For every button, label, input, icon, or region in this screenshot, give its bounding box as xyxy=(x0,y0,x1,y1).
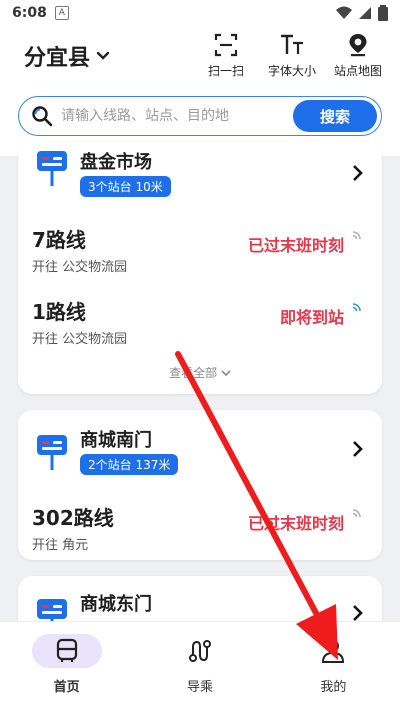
route-direction: 开往 公交物流园 xyxy=(32,332,128,347)
route-name: 1路线 xyxy=(32,300,86,324)
bus-stop-sign-icon xyxy=(37,435,67,470)
realtime-signal-icon xyxy=(352,303,361,312)
nav-home[interactable]: 首页 xyxy=(0,622,133,711)
route-row[interactable]: 1路线 开往 公交物流园 即将到站 xyxy=(18,288,382,360)
scan-label: 扫一扫 xyxy=(207,64,244,78)
stop-card-1: 盘金市场 3个站台 10米 7路线 开往 公交物流园 已过末班时刻 1路线 开往… xyxy=(18,142,382,394)
stop-name: 商城南门 xyxy=(80,430,152,451)
user-icon xyxy=(322,640,345,663)
route-direction: 开往 公交物流园 xyxy=(32,260,128,275)
city-name: 分宜县 xyxy=(24,46,91,71)
status-time: 6:08 xyxy=(12,5,47,21)
stop-name: 盘金市场 xyxy=(80,152,152,173)
scan-icon xyxy=(214,33,238,57)
header: 分宜县 扫一扫 字体大小 站点地图 请输入线路、站点、目的地 搜索 xyxy=(0,26,400,156)
realtime-signal-icon xyxy=(352,509,361,518)
route-icon xyxy=(188,640,211,662)
bus-stop-sign-icon xyxy=(37,151,67,186)
font-size-icon xyxy=(281,34,303,54)
nav-home-label: 首页 xyxy=(53,680,80,695)
chevron-right-icon xyxy=(353,441,363,457)
nav-guide-label: 导乘 xyxy=(186,680,213,695)
stop-name: 商城东门 xyxy=(80,594,152,615)
stop-map-button[interactable]: 站点地图 xyxy=(330,32,386,79)
search-input[interactable] xyxy=(61,108,293,124)
nav-mine[interactable]: 我的 xyxy=(267,622,400,711)
chevron-down-icon xyxy=(96,51,110,60)
route-status: 已过末班时刻 xyxy=(247,514,344,533)
scan-button[interactable]: 扫一扫 xyxy=(198,32,254,79)
nav-mine-highlight xyxy=(298,634,368,668)
see-all-label: 查看全部 xyxy=(169,366,218,380)
route-row[interactable]: 7路线 开往 公交物流园 已过末班时刻 xyxy=(18,216,382,288)
bus-icon xyxy=(56,638,77,662)
status-icons xyxy=(336,5,388,21)
nav-guide-highlight xyxy=(165,634,235,668)
font-size-button[interactable]: 字体大小 xyxy=(264,32,320,79)
realtime-signal-icon xyxy=(352,231,361,240)
route-row[interactable]: 302路线 开往 角元 已过末班时刻 xyxy=(18,494,382,566)
city-selector[interactable]: 分宜县 xyxy=(24,40,110,72)
status-bar: 6:08 A xyxy=(0,0,400,26)
chevron-right-icon xyxy=(353,605,363,621)
notification-a-icon: A xyxy=(54,6,69,20)
font-size-label: 字体大小 xyxy=(267,64,316,78)
see-all-link[interactable]: 查看全部 xyxy=(18,360,382,391)
stop-distance-badge: 2个站台 137米 xyxy=(80,454,179,475)
route-name: 302路线 xyxy=(32,506,114,530)
stop-map-label: 站点地图 xyxy=(333,64,382,78)
route-status: 即将到站 xyxy=(279,308,344,327)
search-button[interactable]: 搜索 xyxy=(293,100,377,132)
nav-home-highlight xyxy=(31,634,102,668)
header-tools: 扫一扫 字体大小 站点地图 xyxy=(198,32,386,79)
stop-distance-badge: 3个站台 10米 xyxy=(80,176,171,197)
search-bar: 搜索 xyxy=(18,96,382,136)
stop-card-2: 商城南门 2个站台 137米 302路线 开往 角元 已过末班时刻 xyxy=(18,410,382,560)
stop-header[interactable]: 商城南门 2个站台 137米 xyxy=(18,420,382,482)
route-name: 7路线 xyxy=(32,228,86,252)
search-icon xyxy=(32,106,53,127)
stop-header[interactable]: 盘金市场 3个站台 10米 xyxy=(18,142,382,204)
battery-icon xyxy=(378,5,388,21)
bottom-nav: 首页 导乘 我的 xyxy=(0,621,400,711)
route-status: 已过末班时刻 xyxy=(247,236,344,255)
nav-guide[interactable]: 导乘 xyxy=(133,622,266,711)
wifi-icon xyxy=(336,6,352,19)
chevron-down-icon xyxy=(221,370,231,377)
nav-mine-label: 我的 xyxy=(320,680,347,695)
map-pin-icon xyxy=(349,34,367,57)
route-direction: 开往 角元 xyxy=(32,538,89,553)
signal-icon xyxy=(359,7,371,19)
chevron-right-icon xyxy=(353,165,363,181)
